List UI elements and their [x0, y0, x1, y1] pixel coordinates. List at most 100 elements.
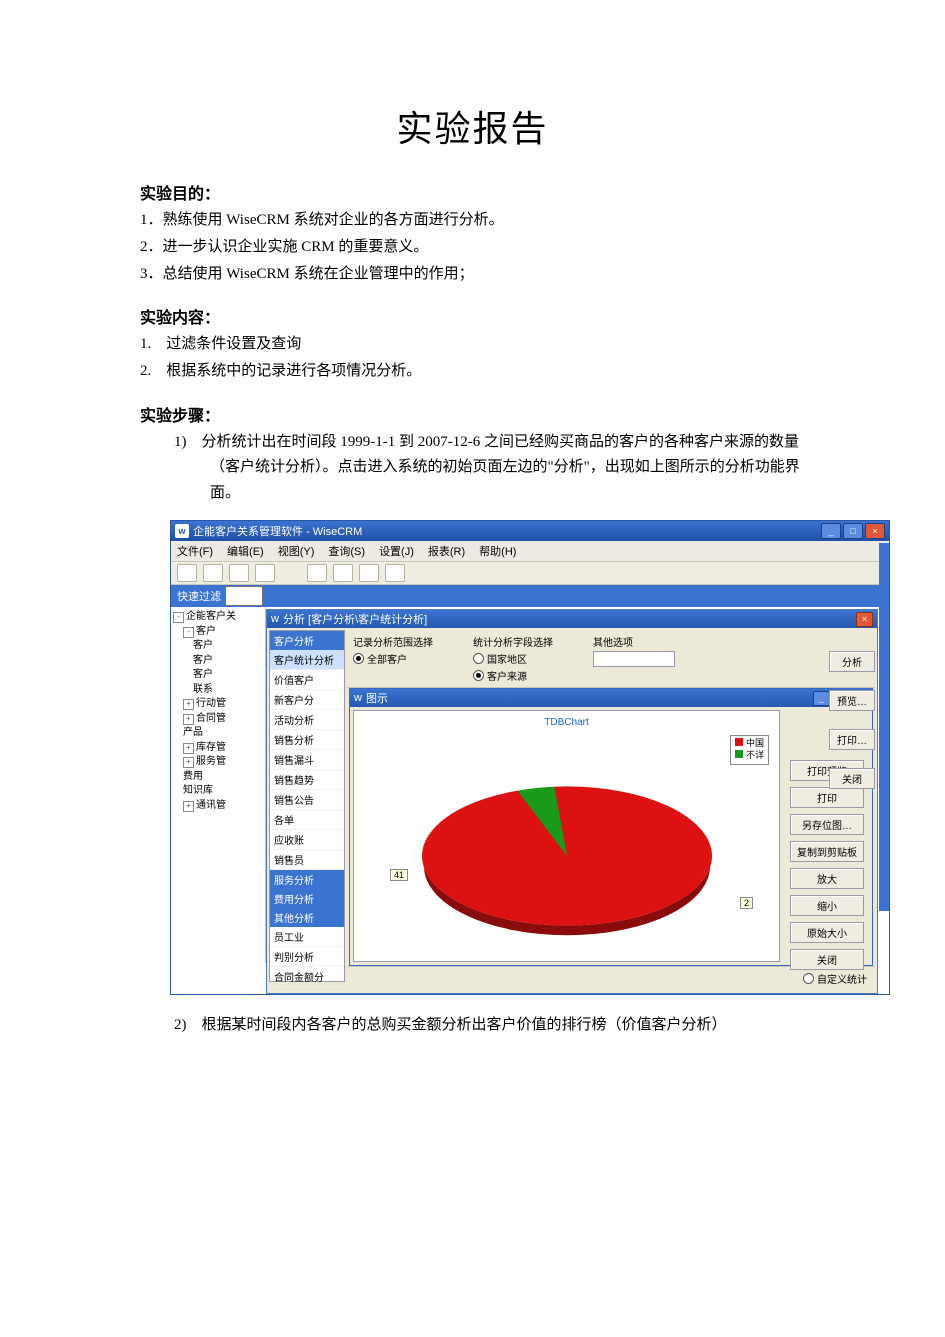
tree-expander-icon[interactable]: + [183, 714, 194, 725]
content-item: 1. 过滤条件设置及查询 [140, 332, 805, 357]
menu-edit[interactable]: 编辑(E) [227, 543, 264, 559]
tree-item[interactable]: 联系 [173, 683, 263, 698]
dialog-icon: w [271, 613, 279, 625]
purpose-item: 1．熟练使用 WiseCRM 系统对企业的各方面进行分析。 [140, 208, 805, 233]
tree-expander-icon[interactable]: + [183, 743, 194, 754]
toolbar-button[interactable] [307, 564, 327, 582]
criteria-radio[interactable]: 国家地区 [473, 651, 553, 666]
tree-expander-icon[interactable]: + [183, 757, 194, 768]
custom-stat-radio[interactable]: 自定义统计 [803, 971, 867, 986]
criteria-label: 统计分析字段选择 [473, 634, 553, 649]
analysis-category-list[interactable]: 客户分析 客户统计分析 价值客户 新客户分 活动分析 销售分析 销售漏斗 销售趋… [269, 630, 345, 982]
chart-dialog-title: 图示 [366, 690, 388, 706]
copy-clipboard-button[interactable]: 复制到剪贴板 [790, 841, 864, 862]
sidelist-item[interactable]: 销售员 [270, 850, 344, 870]
heading-content: 实验内容： [140, 304, 805, 328]
sidelist-item[interactable]: 合同金额分 [270, 967, 344, 987]
sidelist-group[interactable]: 其他分析 [270, 908, 344, 927]
sidelist-item[interactable]: 员工业 [270, 927, 344, 947]
sidelist-item[interactable]: 应收账 [270, 830, 344, 850]
menu-file[interactable]: 文件(F) [177, 543, 213, 559]
chart-dialog-icon: w [354, 692, 362, 704]
purpose-item: 2．进一步认识企业实施 CRM 的重要意义。 [140, 235, 805, 260]
chart-title: TDBChart [354, 711, 779, 728]
menu-report[interactable]: 报表(R) [428, 543, 465, 559]
app-icon: w [175, 524, 189, 538]
menubar: 文件(F) 编辑(E) 视图(Y) 查询(S) 设置(J) 报表(R) 帮助(H… [171, 541, 889, 562]
doc-title: 实验报告 [140, 100, 805, 152]
outer-preview-button[interactable]: 预览… [829, 690, 875, 711]
sidelist-group[interactable]: 客户分析 [270, 631, 344, 650]
zoom-out-button[interactable]: 缩小 [790, 895, 864, 916]
minimize-button[interactable]: _ [821, 523, 841, 539]
sidelist-item[interactable]: 销售分析 [270, 730, 344, 750]
tree-expander-icon[interactable]: + [183, 699, 194, 710]
sidelist-item[interactable]: 各单 [270, 810, 344, 830]
embedded-screenshot: w 企能客户关系管理软件 - WiseCRM _ □ × 文件(F) 编辑(E)… [170, 520, 805, 995]
chart-close-button2[interactable]: 关闭 [790, 949, 864, 970]
maximize-button[interactable]: □ [843, 523, 863, 539]
outer-button-column: 分析 预览… 打印… 关闭 [829, 651, 875, 789]
criteria-other-select[interactable] [593, 651, 675, 667]
sidelist-item[interactable]: 价值客户 [270, 670, 344, 690]
step-2: 2) 根据某时间段内各客户的总购买金额分析出客户价值的排行榜（价值客户分析） [140, 1013, 805, 1039]
toolbar-button[interactable] [333, 564, 353, 582]
sidelist-item[interactable]: 销售漏斗 [270, 750, 344, 770]
filter-input[interactable] [225, 586, 263, 606]
tree-item[interactable]: 客户 [173, 654, 263, 669]
toolbar-button[interactable] [229, 564, 249, 582]
chart-dialog: w 图示 _ □ × [349, 688, 873, 966]
sidelist-group[interactable]: 服务分析 [270, 870, 344, 889]
content-item: 2. 根据系统中的记录进行各项情况分析。 [140, 359, 805, 384]
tree-expander-icon[interactable]: - [183, 627, 194, 638]
dialog-close-button[interactable]: × [856, 612, 873, 627]
print-button[interactable]: 打印 [790, 787, 864, 808]
toolbar-button[interactable] [203, 564, 223, 582]
step-1: 1) 分析统计出在时间段 1999-1-1 到 2007-12-6 之间已经购买… [140, 430, 805, 507]
sidelist-item[interactable]: 客户统计分析 [270, 650, 344, 670]
menu-query[interactable]: 查询(S) [328, 543, 365, 559]
toolbar-button[interactable] [385, 564, 405, 582]
zoom-in-button[interactable]: 放大 [790, 868, 864, 889]
sidelist-item[interactable]: 新客户分 [270, 690, 344, 710]
nav-tree[interactable]: -企能客户关 -客户 客户 客户 客户 联系 +行动管 +合同管 产品 +库存管… [171, 607, 266, 963]
tree-item[interactable]: 客户 [173, 668, 263, 683]
heading-steps: 实验步骤： [140, 402, 805, 426]
chart-min-button[interactable]: _ [813, 691, 830, 706]
purpose-item: 3．总结使用 WiseCRM 系统在企业管理中的作用； [140, 262, 805, 287]
menu-settings[interactable]: 设置(J) [379, 543, 414, 559]
tree-expander-icon[interactable]: - [173, 612, 184, 623]
outer-close-button[interactable]: 关闭 [829, 768, 875, 789]
app-titlebar: w 企能客户关系管理软件 - WiseCRM _ □ × [171, 521, 889, 541]
outer-analyze-button[interactable]: 分析 [829, 651, 875, 672]
sidelist-item[interactable]: 销售趋势 [270, 770, 344, 790]
close-button[interactable]: × [865, 523, 885, 539]
save-bitmap-button[interactable]: 另存位图… [790, 814, 864, 835]
sidelist-item[interactable]: 判别分析 [270, 947, 344, 967]
tree-item[interactable]: 客户 [173, 639, 263, 654]
pie-chart: TDBChart 中国 不详 41 2 [353, 710, 780, 962]
outer-print-button[interactable]: 打印… [829, 729, 875, 750]
criteria-radio[interactable]: 全部客户 [353, 651, 433, 666]
toolbar-button[interactable] [177, 564, 197, 582]
analysis-dialog-title: 分析 [客户分析\客户统计分析] [283, 611, 427, 627]
sidelist-group[interactable]: 费用分析 [270, 889, 344, 908]
tree-expander-icon[interactable]: + [183, 801, 194, 812]
tree-item[interactable]: 产品 [173, 726, 263, 741]
criteria-radio[interactable]: 客户来源 [473, 668, 553, 683]
filter-label: 快速过滤 [177, 588, 221, 604]
sidelist-item[interactable]: 销售公告 [270, 790, 344, 810]
chart-legend: 中国 不详 [730, 735, 769, 764]
chart-button-column: 打印预览 打印 另存位图… 复制到剪贴板 放大 缩小 原始大小 关闭 [790, 760, 864, 970]
app-title: 企能客户关系管理软件 - WiseCRM [193, 523, 362, 539]
sidelist-item[interactable]: 活动分析 [270, 710, 344, 730]
toolbar [171, 562, 889, 585]
criteria-label: 其他选项 [593, 634, 675, 649]
tree-item[interactable]: 费用 [173, 770, 263, 785]
toolbar-button[interactable] [359, 564, 379, 582]
menu-view[interactable]: 视图(Y) [278, 543, 315, 559]
tree-item[interactable]: 知识库 [173, 784, 263, 799]
original-size-button[interactable]: 原始大小 [790, 922, 864, 943]
toolbar-button[interactable] [255, 564, 275, 582]
menu-help[interactable]: 帮助(H) [479, 543, 516, 559]
